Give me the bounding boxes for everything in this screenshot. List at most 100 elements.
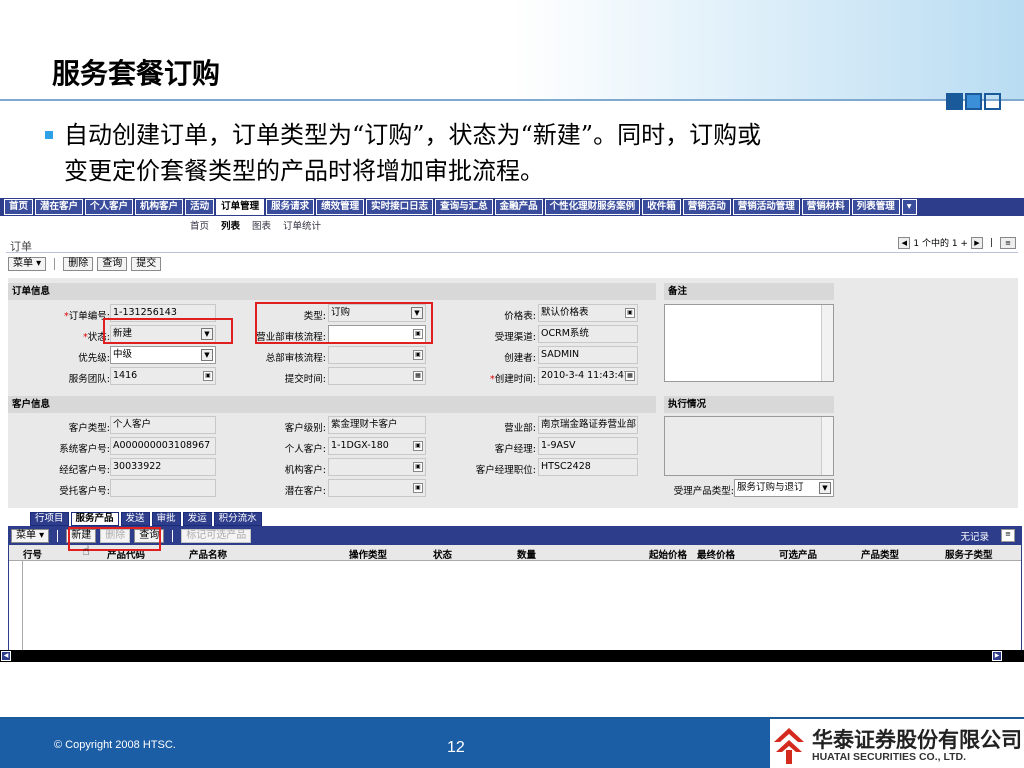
cust-type-field[interactable]: 个人客户 bbox=[110, 416, 216, 434]
grid-column-header-3[interactable]: 操作类型 bbox=[349, 547, 387, 561]
channel-field[interactable]: OCRM系统 bbox=[538, 325, 638, 343]
prev-record-icon[interactable]: ◀ bbox=[898, 236, 911, 249]
sub-nav: 首页 列表 图表 订单统计 bbox=[190, 218, 321, 232]
next-record-icon[interactable]: ▶ bbox=[970, 236, 983, 249]
team-label: 服务团队: bbox=[68, 374, 110, 385]
nav-tab-16[interactable]: 列表管理 bbox=[851, 199, 900, 215]
picker-icon[interactable]: ▣ bbox=[625, 308, 635, 318]
potential-cust-field[interactable]: ▣ bbox=[328, 479, 426, 497]
subnav-item-2[interactable]: 图表 bbox=[252, 218, 271, 232]
mark-optional-button[interactable]: 标记可选产品 bbox=[181, 529, 252, 543]
menu-list-icon[interactable]: ≡ bbox=[1000, 236, 1016, 249]
crm-screenshot: 首页 潜在客户 个人客户 机构客户 活动 订单管理 服务请求 绩效管理 实时接口日志 查询与汇总金… bbox=[0, 196, 1024, 662]
nav-tab-4[interactable]: 活动 bbox=[185, 199, 215, 215]
grid-column-header-0[interactable]: 行号 bbox=[23, 547, 42, 561]
sub-tab-0[interactable]: 行项目 bbox=[30, 512, 69, 526]
grid-column-header-4[interactable]: 状态 bbox=[433, 547, 452, 561]
nav-tab-5[interactable]: 订单管理 bbox=[216, 199, 265, 215]
nav-tab-15[interactable]: 营销材料 bbox=[801, 199, 850, 215]
hq-flow-field[interactable]: ▣ bbox=[328, 346, 426, 364]
submit-button[interactable]: 提交 bbox=[131, 257, 162, 271]
sub-tab-4[interactable]: 发运 bbox=[182, 512, 212, 526]
calendar-icon[interactable]: ▦ bbox=[625, 371, 635, 381]
price-list-field[interactable]: 默认价格表 ▣ bbox=[538, 304, 638, 322]
trust-no-field[interactable] bbox=[110, 479, 216, 497]
creator-field[interactable]: SADMIN bbox=[538, 346, 638, 364]
grid-column-header-8[interactable]: 可选产品 bbox=[779, 547, 817, 561]
grid-column-header-9[interactable]: 产品类型 bbox=[861, 547, 899, 561]
nav-tab-14[interactable]: 营销活动管理 bbox=[732, 199, 800, 215]
grid-column-header-5[interactable]: 数量 bbox=[517, 547, 536, 561]
grid-column-header-6[interactable]: 起始价格 bbox=[649, 547, 687, 561]
branch-field[interactable]: 南京瑞金路证券营业部 bbox=[538, 416, 638, 434]
picker-icon[interactable]: ▣ bbox=[203, 371, 213, 381]
cust-level-field[interactable]: 紫金理财卡客户 bbox=[328, 416, 426, 434]
subnav-item-0[interactable]: 首页 bbox=[190, 218, 209, 232]
nav-tab-0[interactable]: 首页 bbox=[4, 199, 34, 215]
scroll-right-icon[interactable]: ▶ bbox=[992, 651, 1002, 661]
manager-position-field[interactable]: HTSC2428 bbox=[538, 458, 638, 476]
picker-icon[interactable]: ▣ bbox=[413, 350, 423, 360]
personal-cust-field[interactable]: 1-1DGX-180 ▣ bbox=[328, 437, 426, 455]
scrollbar[interactable] bbox=[821, 417, 833, 475]
remarks-textarea[interactable] bbox=[664, 304, 834, 382]
nav-tab-11[interactable]: 个性化理财服务案例 bbox=[544, 199, 641, 215]
picker-icon[interactable]: ▣ bbox=[413, 441, 423, 451]
nav-tab-13[interactable]: 营销活动 bbox=[682, 199, 731, 215]
team-field[interactable]: 1416 ▣ bbox=[110, 367, 216, 385]
horizontal-scrollbar[interactable]: ◀ ▶ bbox=[0, 650, 1024, 662]
nav-tab-7[interactable]: 绩效管理 bbox=[316, 199, 365, 215]
sub-tab-3[interactable]: 审批 bbox=[151, 512, 181, 526]
nav-tab-3[interactable]: 机构客户 bbox=[135, 199, 184, 215]
sys-no-label: 系统客户号: bbox=[59, 444, 110, 455]
chevron-down-icon[interactable]: ▼ bbox=[201, 349, 213, 361]
scroll-left-icon[interactable]: ◀ bbox=[1, 651, 11, 661]
nav-tab-8[interactable]: 实时接口日志 bbox=[366, 199, 434, 215]
menu-button[interactable]: 菜单 ▾ bbox=[8, 257, 47, 271]
grid-column-header-7[interactable]: 最终价格 bbox=[697, 547, 735, 561]
pager: ◀ 1 个中的 1 + ▶ | ≡ bbox=[898, 236, 1016, 249]
picker-icon[interactable]: ▣ bbox=[413, 462, 423, 472]
exec-textarea[interactable] bbox=[664, 416, 834, 476]
sub-tab-1[interactable]: 服务产品 bbox=[70, 512, 119, 526]
nav-tab-12[interactable]: 收件箱 bbox=[642, 199, 681, 215]
nav-tab-9[interactable]: 查询与汇总 bbox=[435, 199, 493, 215]
calendar-icon[interactable]: ▦ bbox=[413, 371, 423, 381]
subnav-item-3[interactable]: 订单统计 bbox=[283, 218, 321, 232]
priority-field[interactable]: 中级 ▼ bbox=[110, 346, 216, 364]
nav-tab-1[interactable]: 潜在客户 bbox=[35, 199, 84, 215]
hand-cursor-icon: ☝ bbox=[82, 544, 90, 559]
pane-divider bbox=[6, 252, 1018, 253]
sys-no-field[interactable]: A000000003108967 bbox=[110, 437, 216, 455]
order-info-header: 订单信息 bbox=[8, 283, 656, 300]
subnav-item-1[interactable]: 列表 bbox=[221, 218, 240, 232]
broker-no-label: 经纪客户号: bbox=[59, 465, 110, 476]
scrollbar[interactable] bbox=[821, 305, 833, 381]
menu-list-icon[interactable]: ≡ bbox=[1001, 529, 1015, 542]
personal-cust-label: 个人客户: bbox=[284, 444, 326, 455]
created-time-field[interactable]: 2010-3-4 11:43:47 ▦ bbox=[538, 367, 638, 385]
broker-no-field[interactable]: 30033922 bbox=[110, 458, 216, 476]
grid-column-header-10[interactable]: 服务子类型 bbox=[945, 547, 993, 561]
sub-menu-button[interactable]: 菜单 ▾ bbox=[11, 529, 50, 543]
product-type-field[interactable]: 服务订购与退订 ▼ bbox=[734, 479, 834, 497]
manager-field[interactable]: 1-9ASV bbox=[538, 437, 638, 455]
sub-tab-5[interactable]: 积分流水 bbox=[213, 512, 262, 526]
slide-title: 服务套餐订购 bbox=[52, 57, 221, 90]
status-highlight bbox=[103, 318, 233, 344]
picker-icon[interactable]: ▣ bbox=[413, 483, 423, 493]
query-button[interactable]: 查询 bbox=[97, 257, 128, 271]
created-time-label: *创建时间: bbox=[490, 374, 536, 385]
nav-tab-10[interactable]: 金融产品 bbox=[494, 199, 543, 215]
vertical-scrollbar[interactable] bbox=[9, 561, 23, 657]
nav-tab-6[interactable]: 服务请求 bbox=[266, 199, 315, 215]
chevron-down-icon[interactable]: ▼ bbox=[819, 482, 831, 494]
sub-tab-2[interactable]: 发送 bbox=[120, 512, 150, 526]
submit-time-field[interactable]: ▦ bbox=[328, 367, 426, 385]
inst-cust-field[interactable]: ▣ bbox=[328, 458, 426, 476]
logo-chinese-name: 华泰证券股份有限公司 bbox=[812, 728, 1022, 752]
nav-tab-2[interactable]: 个人客户 bbox=[85, 199, 134, 215]
nav-more-chevron-icon[interactable]: ▾ bbox=[901, 199, 917, 215]
delete-button[interactable]: 删除 bbox=[63, 257, 94, 271]
grid-column-header-2[interactable]: 产品名称 bbox=[189, 547, 227, 561]
